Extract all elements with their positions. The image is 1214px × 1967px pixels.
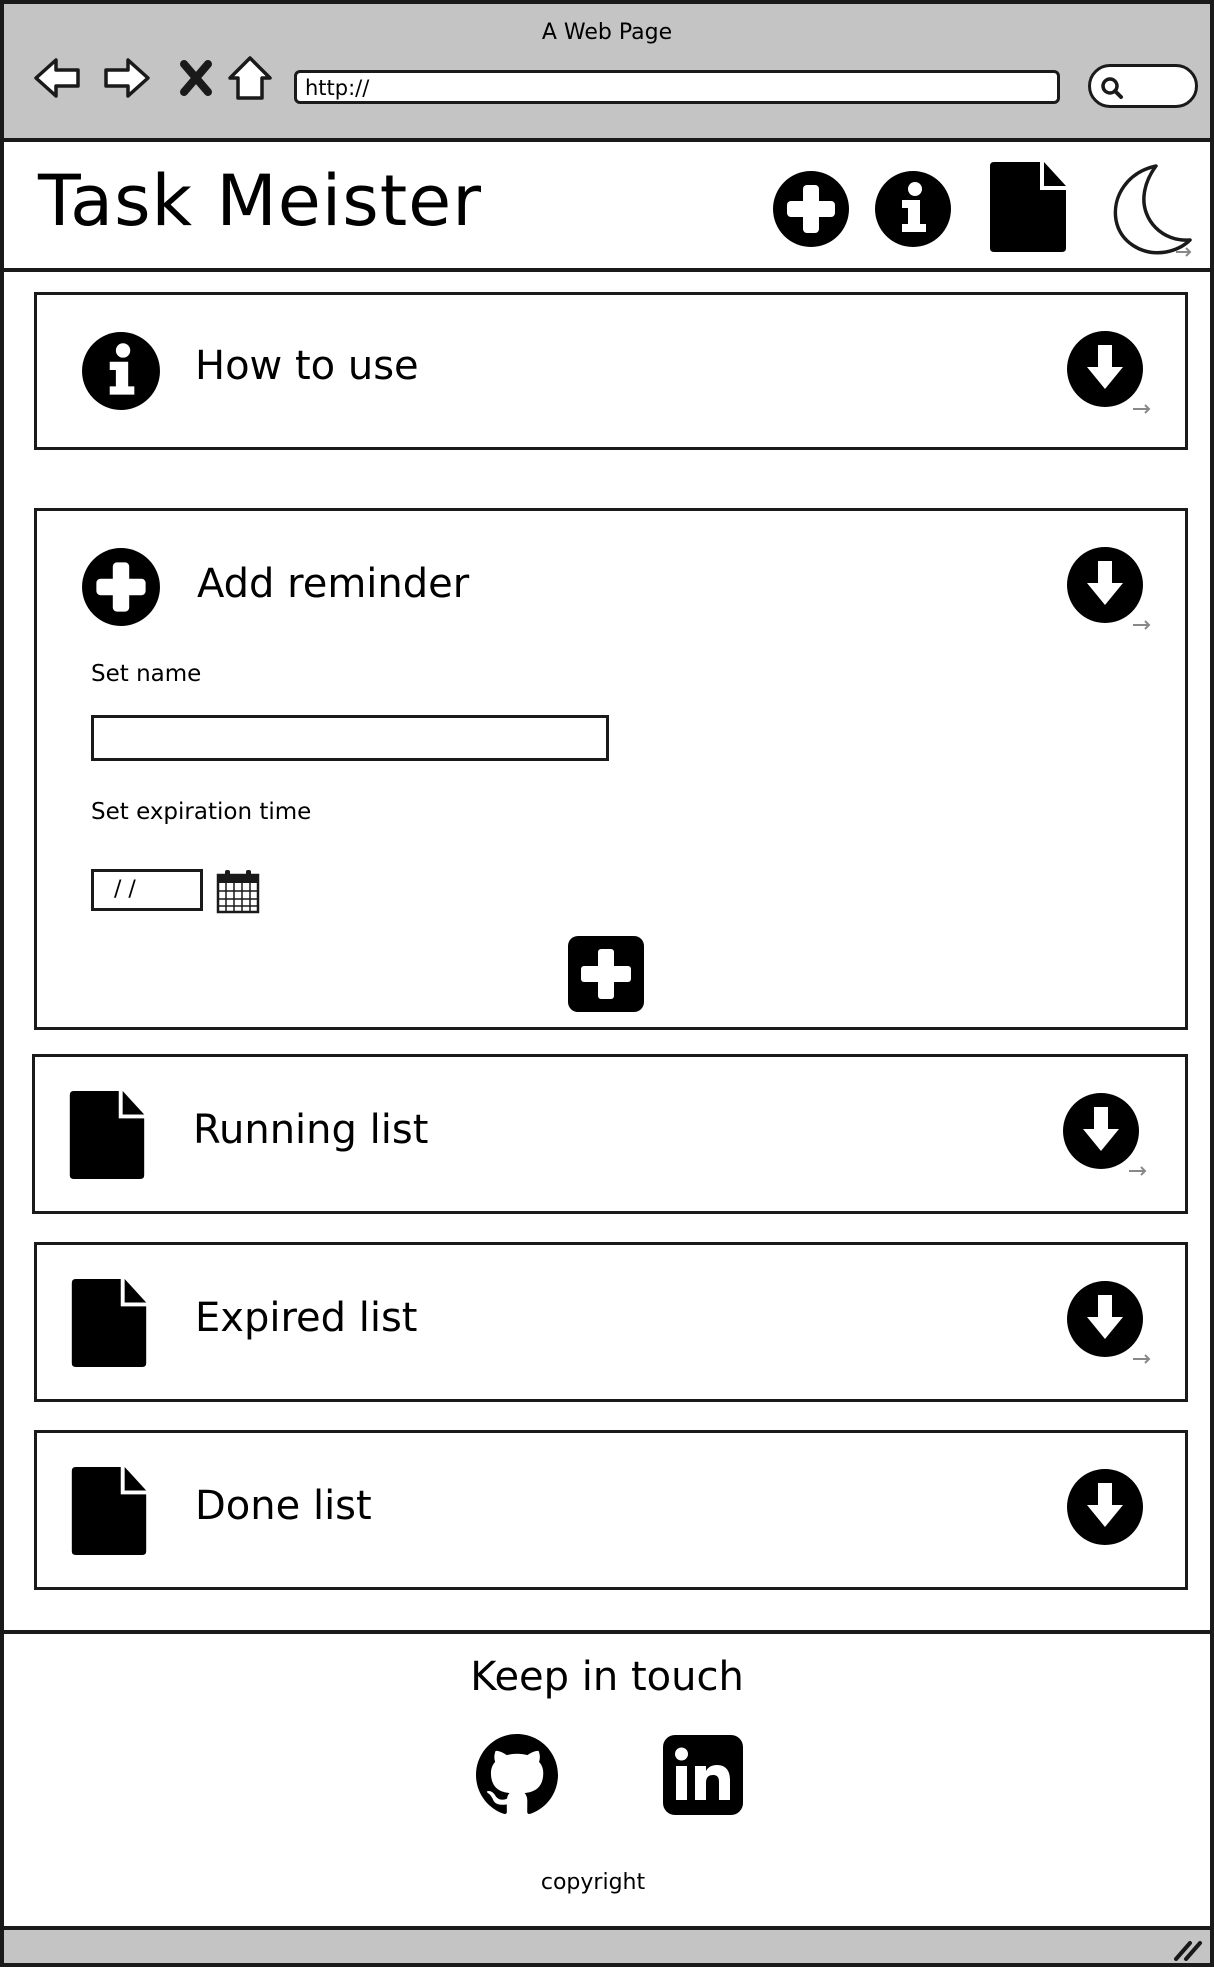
moon-icon[interactable] [1104,162,1196,258]
linkedin-icon[interactable] [662,1734,744,1816]
info-circle-icon [82,332,160,410]
section-label: Add reminder [197,561,470,607]
expiration-field-label: Set expiration time [91,799,312,825]
footer-title: Keep in touch [470,1654,744,1700]
expiration-date-input[interactable]: / / [91,869,203,911]
url-input[interactable]: http:// [294,70,1060,104]
search-icon [1101,77,1123,99]
home-icon[interactable] [224,52,276,104]
document-icon [71,1278,147,1368]
app-title: Task Meister [38,160,482,242]
section-label: Running list [193,1107,429,1153]
info-circle-icon[interactable] [874,170,952,248]
close-x-icon[interactable] [170,52,222,104]
name-field-label: Set name [91,661,202,687]
window-title: A Web Page [541,20,673,45]
app-header: Task Meister [4,142,1210,272]
section-expired-list[interactable]: Expired list [34,1242,1188,1402]
copyright-text: copyright [540,1870,646,1895]
footer: Keep in touch copyright [4,1630,1210,1926]
document-icon [71,1466,147,1556]
resize-grip-icon[interactable] [1170,1935,1204,1961]
back-arrow-icon[interactable] [32,52,84,104]
section-done-list[interactable]: Done list [34,1430,1188,1590]
chevron-down-icon[interactable] [1061,1091,1151,1181]
reminder-name-input[interactable] [91,715,609,761]
calendar-icon[interactable] [215,869,261,915]
section-label: Expired list [195,1295,418,1341]
section-how-to-use[interactable]: How to use [34,292,1188,450]
section-add-reminder: Add reminder Set name Set expiration tim… [34,508,1188,1030]
browser-toolbar: A Web Page http:// [4,4,1210,142]
github-icon[interactable] [476,1734,558,1816]
chevron-down-icon[interactable] [1065,545,1155,635]
document-icon [69,1090,145,1180]
add-circle-icon [82,548,160,626]
section-label: How to use [195,343,419,389]
chevron-down-icon[interactable] [1065,1279,1155,1369]
document-icon[interactable] [988,160,1068,254]
chevron-down-icon[interactable] [1065,1467,1155,1557]
add-circle-icon[interactable] [772,170,850,248]
chevron-down-icon[interactable] [1065,329,1155,419]
add-reminder-button[interactable] [567,935,645,1013]
section-running-list[interactable]: Running list [32,1054,1188,1214]
browser-search-button[interactable] [1088,64,1198,108]
section-label: Done list [195,1483,372,1529]
browser-status-bar [4,1926,1210,1963]
forward-arrow-icon[interactable] [100,52,152,104]
